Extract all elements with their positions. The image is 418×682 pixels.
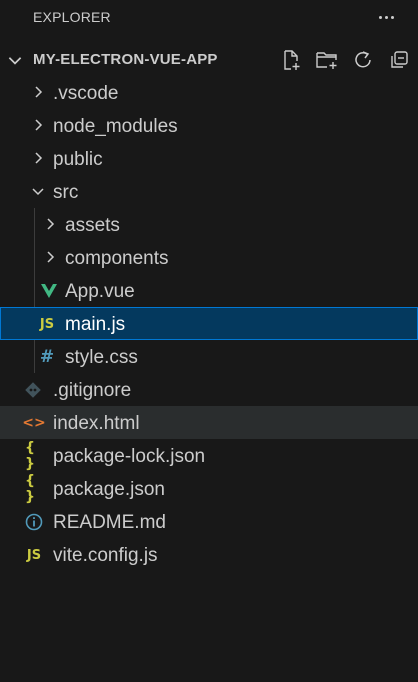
chevron-right-icon (47, 218, 55, 230)
info-icon (25, 513, 43, 531)
refresh-button[interactable] (349, 46, 377, 74)
git-icon (25, 382, 41, 398)
tree-item-public[interactable]: public (0, 142, 418, 175)
tree-item-label: index.html (53, 413, 140, 434)
file-tree: .vscode node_modules public src assets c… (0, 76, 418, 571)
tree-item-label: .gitignore (53, 380, 132, 401)
tree-item-components[interactable]: components (0, 241, 418, 274)
tree-item-style-css[interactable]: # style.css (0, 340, 418, 373)
tree-item-label: style.css (65, 347, 138, 368)
tree-item-label: components (65, 248, 169, 269)
json-icon: { } (25, 440, 35, 472)
new-file-icon (284, 50, 300, 70)
chevron-right-icon (35, 86, 43, 98)
tree-item-label: package.json (53, 479, 165, 500)
chevron-right-icon (35, 119, 43, 131)
json-icon: { } (25, 473, 35, 505)
tree-item-vite-config[interactable]: JS vite.config.js (0, 538, 418, 571)
chevron-down-icon (8, 57, 22, 65)
html-icon: <> (22, 415, 46, 431)
tree-item-package-json[interactable]: { } package.json (0, 472, 418, 505)
vue-icon (41, 284, 57, 298)
tree-item-app-vue[interactable]: App.vue (0, 274, 418, 307)
tree-item-label: public (53, 149, 103, 170)
project-section-header[interactable]: MY-ELECTRON-VUE-APP (0, 43, 418, 76)
tree-item-label: package-lock.json (53, 446, 206, 467)
explorer-title: EXPLORER (33, 9, 111, 25)
js-icon: JS (26, 547, 42, 563)
collapse-all-icon (391, 51, 408, 68)
tree-item-label: App.vue (65, 281, 135, 302)
tree-item-assets[interactable]: assets (0, 208, 418, 241)
tree-item-vscode[interactable]: .vscode (0, 76, 418, 109)
tree-item-label: assets (65, 215, 120, 236)
tree-item-label: .vscode (53, 83, 119, 104)
tree-item-label: main.js (65, 314, 126, 335)
collapse-all-button[interactable] (385, 46, 413, 74)
explorer-header: EXPLORER (0, 0, 418, 35)
new-file-button[interactable] (277, 46, 305, 74)
tree-item-readme[interactable]: README.md (0, 505, 418, 538)
tree-item-package-lock-json[interactable]: { } package-lock.json (0, 439, 418, 472)
tree-item-gitignore[interactable]: .gitignore (0, 373, 418, 406)
refresh-icon (355, 51, 371, 68)
tree-item-main-js[interactable]: JS main.js (0, 307, 418, 340)
chevron-right-icon (47, 251, 55, 263)
css-icon: # (39, 347, 55, 367)
chevron-down-icon (32, 188, 44, 196)
tree-item-src[interactable]: src (0, 175, 418, 208)
tree-item-label: src (53, 182, 79, 203)
tree-item-label: node_modules (53, 116, 178, 137)
more-actions-button[interactable] (372, 6, 400, 28)
tree-item-label: README.md (53, 512, 166, 533)
chevron-right-icon (35, 152, 43, 164)
new-folder-button[interactable] (313, 46, 341, 74)
js-icon: JS (39, 316, 55, 332)
new-folder-icon (316, 52, 337, 69)
project-name: MY-ELECTRON-VUE-APP (33, 51, 218, 68)
more-icon (377, 15, 395, 19)
tree-item-index-html[interactable]: <> index.html (0, 406, 418, 439)
tree-item-node-modules[interactable]: node_modules (0, 109, 418, 142)
tree-item-label: vite.config.js (53, 545, 158, 566)
